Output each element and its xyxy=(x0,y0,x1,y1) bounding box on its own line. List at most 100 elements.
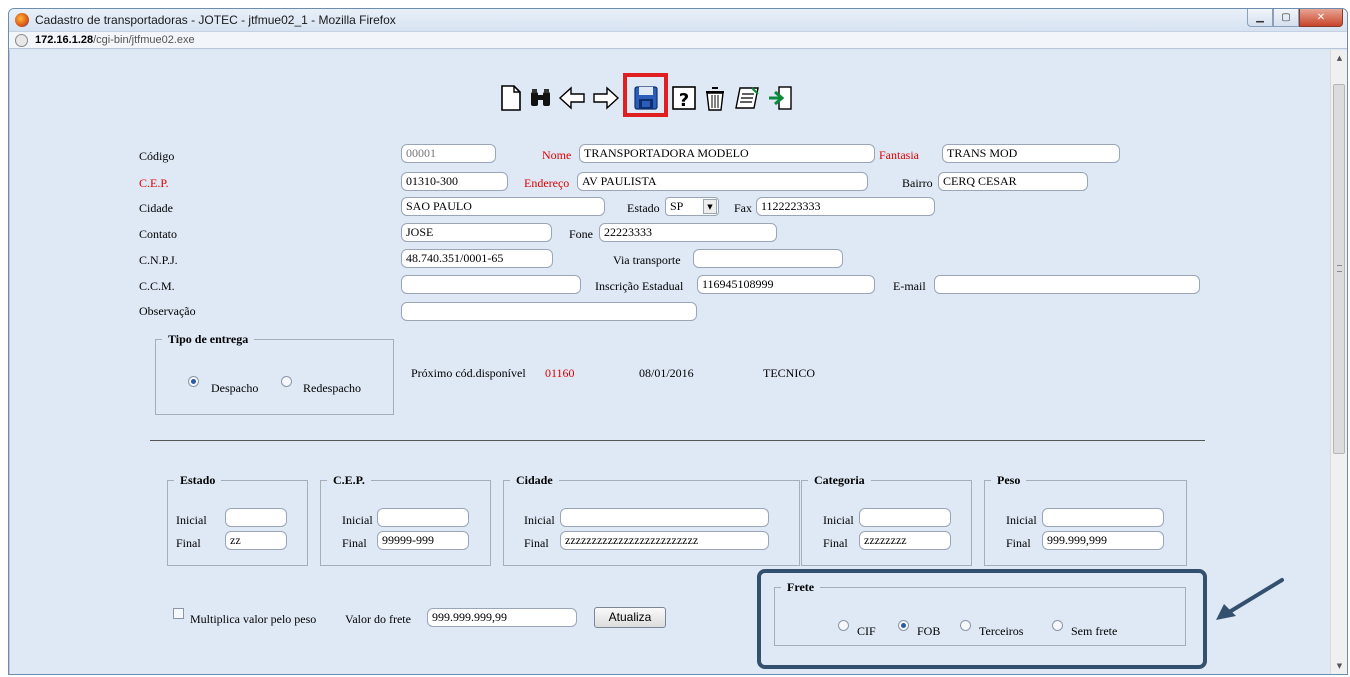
estado-inicial-field[interactable] xyxy=(225,508,287,527)
atualiza-button[interactable]: Atualiza xyxy=(594,607,666,628)
estado-range-legend: Estado xyxy=(180,473,216,487)
cif-label: CIF xyxy=(857,624,876,638)
estado-select[interactable]: SP ▼ xyxy=(665,197,719,216)
ccm-label: C.C.M. xyxy=(139,279,175,293)
observacao-label: Observação xyxy=(139,304,196,318)
tipo-entrega-legend: Tipo de entrega xyxy=(168,332,249,346)
estado-final-field[interactable]: zz xyxy=(225,531,287,550)
radio-sem-frete[interactable] xyxy=(1052,620,1063,631)
via-transporte-field[interactable] xyxy=(693,249,843,268)
peso-final-label: Final xyxy=(1006,536,1031,550)
peso-final-field[interactable]: 999.999,999 xyxy=(1042,531,1164,550)
cnpj-label: C.N.P.J. xyxy=(139,253,178,267)
cep-inicial-label: Inicial xyxy=(342,513,373,527)
cidade-inicial-field[interactable] xyxy=(560,508,769,527)
url-text[interactable]: 172.16.1.28/cgi-bin/jtfmue02.exe xyxy=(35,34,195,46)
scrollbar-thumb[interactable] xyxy=(1333,84,1345,454)
codigo-field[interactable]: 00001 xyxy=(401,144,496,163)
vertical-scrollbar[interactable]: ▲ ▼ xyxy=(1330,50,1347,674)
categoria-range-legend: Categoria xyxy=(814,473,865,487)
cidade-range-legend: Cidade xyxy=(516,473,553,487)
cidade-final-field[interactable]: zzzzzzzzzzzzzzzzzzzzzzzzz xyxy=(560,531,769,550)
email-field[interactable] xyxy=(934,275,1200,294)
svg-text:?: ? xyxy=(679,90,689,111)
cidade-final-label: Final xyxy=(524,536,549,550)
via-transporte-label: Via transporte xyxy=(613,253,681,267)
terceiros-label: Terceiros xyxy=(979,624,1024,638)
proximo-label: Próximo cód.disponível xyxy=(411,366,526,380)
radio-redespacho[interactable] xyxy=(281,376,292,387)
multiplica-checkbox[interactable] xyxy=(173,608,184,619)
fantasia-field[interactable]: TRANS MOD xyxy=(942,144,1120,163)
categoria-inicial-label: Inicial xyxy=(823,513,854,527)
trash-icon[interactable] xyxy=(702,84,728,112)
cep-label: C.E.P. xyxy=(139,176,169,190)
cep-range-legend: C.E.P. xyxy=(333,473,365,487)
save-disk-icon[interactable] xyxy=(633,84,659,112)
binoculars-search-icon[interactable] xyxy=(528,84,554,112)
scroll-down-icon[interactable]: ▼ xyxy=(1331,658,1347,674)
browser-window: Cadastro de transportadoras - JOTEC - jt… xyxy=(8,8,1348,675)
bairro-field[interactable]: CERQ CESAR xyxy=(938,172,1088,191)
fax-field[interactable]: 1122223333 xyxy=(756,197,935,216)
help-icon[interactable]: ? xyxy=(671,84,697,112)
close-button[interactable]: ✕ xyxy=(1299,9,1343,27)
contato-label: Contato xyxy=(139,227,177,241)
notepad-icon[interactable] xyxy=(734,84,760,112)
categoria-final-label: Final xyxy=(823,536,848,550)
exit-door-icon[interactable] xyxy=(766,84,794,112)
section-divider xyxy=(150,440,1205,441)
peso-inicial-label: Inicial xyxy=(1006,513,1037,527)
page-content: ? Código 00001 Nome TRANSPORTADORA MODEL… xyxy=(9,50,1331,674)
cep-final-label: Final xyxy=(342,536,367,550)
minimize-button[interactable]: ▁ xyxy=(1247,9,1273,27)
cep-final-field[interactable]: 99999-999 xyxy=(377,531,469,550)
estado-final-label: Final xyxy=(176,536,201,550)
bairro-label: Bairro xyxy=(902,176,933,190)
fone-field[interactable]: 22223333 xyxy=(599,223,777,242)
radio-terceiros[interactable] xyxy=(960,620,971,631)
estado-inicial-label: Inicial xyxy=(176,513,207,527)
fob-label: FOB xyxy=(917,624,941,638)
cidade-field[interactable]: SAO PAULO xyxy=(401,197,605,216)
cidade-label: Cidade xyxy=(139,201,173,215)
multiplica-label: Multiplica valor pelo peso xyxy=(190,612,317,626)
email-label: E-mail xyxy=(893,279,926,293)
address-bar[interactable]: 172.16.1.28/cgi-bin/jtfmue02.exe xyxy=(9,31,1347,49)
scroll-up-icon[interactable]: ▲ xyxy=(1331,50,1347,66)
valor-frete-field[interactable]: 999.999.999,99 xyxy=(427,608,577,627)
fone-label: Fone xyxy=(569,227,593,241)
categoria-inicial-field[interactable] xyxy=(859,508,951,527)
nome-label: Nome xyxy=(542,148,572,162)
sem-frete-label: Sem frete xyxy=(1071,624,1118,638)
frete-legend: Frete xyxy=(787,580,815,594)
radio-fob[interactable] xyxy=(898,620,909,631)
date-text: 08/01/2016 xyxy=(639,366,694,380)
radio-cif[interactable] xyxy=(838,620,849,631)
arrow-right-icon[interactable] xyxy=(592,84,620,112)
new-document-icon[interactable] xyxy=(500,84,522,112)
inscricao-field[interactable]: 116945108999 xyxy=(697,275,875,294)
contato-field[interactable]: JOSE xyxy=(401,223,552,242)
tipo-entrega-group: Tipo de entrega xyxy=(155,332,394,415)
arrow-left-icon[interactable] xyxy=(558,84,586,112)
radio-despacho[interactable] xyxy=(188,376,199,387)
peso-range-legend: Peso xyxy=(997,473,1021,487)
inscricao-label: Inscrição Estadual xyxy=(595,279,684,293)
endereco-field[interactable]: AV PAULISTA xyxy=(577,172,868,191)
pointer-arrow-icon xyxy=(1216,578,1284,620)
observacao-field[interactable] xyxy=(401,302,697,321)
ccm-field[interactable] xyxy=(401,275,581,294)
redespacho-label: Redespacho xyxy=(303,381,361,395)
window-title: Cadastro de transportadoras - JOTEC - jt… xyxy=(35,13,396,27)
proximo-value: 01160 xyxy=(545,366,575,380)
cnpj-field[interactable]: 48.740.351/0001-65 xyxy=(401,249,553,268)
peso-inicial-field[interactable] xyxy=(1042,508,1164,527)
cep-inicial-field[interactable] xyxy=(377,508,469,527)
categoria-final-field[interactable]: zzzzzzzz xyxy=(859,531,951,550)
cidade-inicial-label: Inicial xyxy=(524,513,555,527)
chevron-down-icon[interactable]: ▼ xyxy=(703,199,717,214)
nome-field[interactable]: TRANSPORTADORA MODELO xyxy=(579,144,875,163)
maximize-button[interactable]: ▢ xyxy=(1273,9,1299,27)
cep-field[interactable]: 01310-300 xyxy=(401,172,508,191)
